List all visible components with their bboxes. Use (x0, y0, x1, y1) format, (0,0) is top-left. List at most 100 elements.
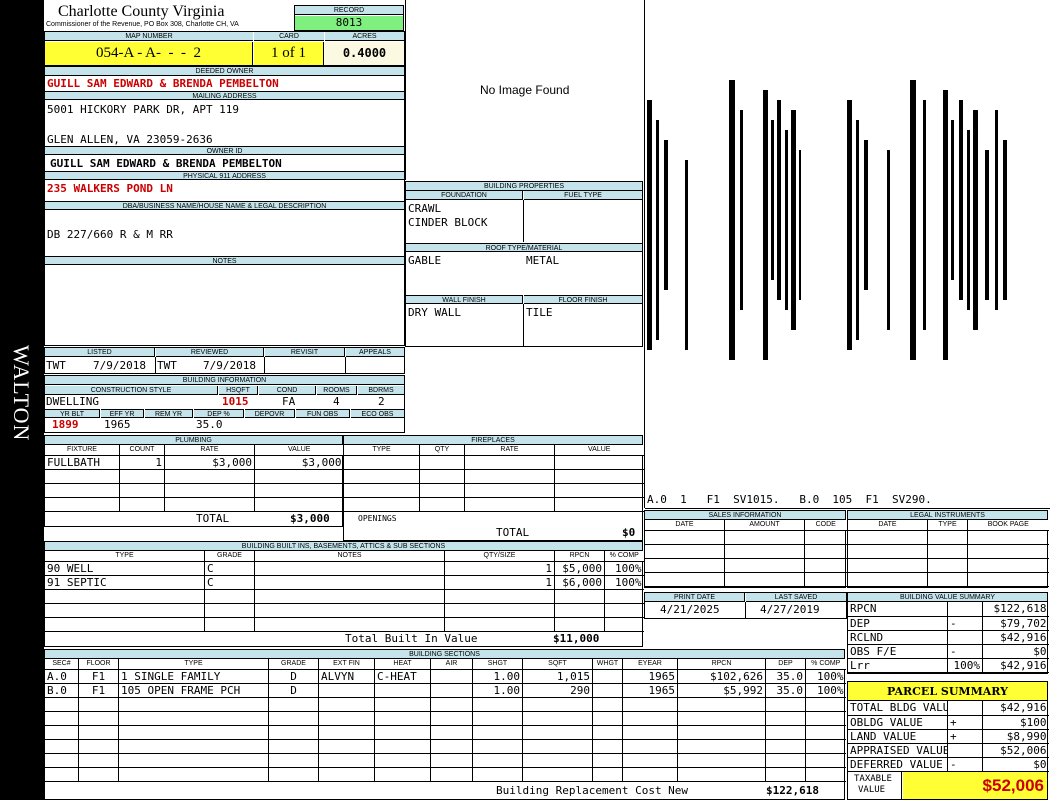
deeded-owner: GUILL SAM EDWARD & BRENDA PEMBELTON (47, 77, 279, 90)
builtins-header: TYPE (44, 551, 205, 562)
builtins-label: BUILDING BUILT INS, BASEMENTS, ATTICS & … (45, 542, 642, 551)
divider (405, 0, 406, 180)
parcel-key: TOTAL BLDG VALUE (847, 701, 948, 716)
whgt (592, 683, 623, 698)
revisit-label: REVISIT (265, 348, 345, 357)
fireplace-header: TYPE (343, 445, 420, 456)
fun-obs-label: FUN OBS (296, 409, 350, 418)
card-label: CARD (254, 32, 324, 41)
table-row: B.0 F1 105 OPEN FRAME PCH D 1.00 290 1965 $5,99… (44, 683, 846, 698)
comp: 100% (805, 683, 846, 698)
table-row: LAND VALUE + $8,990 (847, 729, 1049, 744)
grade: D (268, 669, 319, 684)
plumbing-header: VALUE (254, 445, 344, 456)
taxable-label-2: VALUE (858, 785, 886, 795)
rate: $3,000 (164, 455, 255, 470)
fireplaces-total-label: TOTAL (496, 526, 530, 539)
foundation-2: CINDER BLOCK (408, 216, 488, 229)
parcel-op: + (947, 729, 983, 744)
table-row: OBLDG VALUE + $100 (847, 715, 1049, 730)
parcel-key: DEFERRED VALUE (847, 757, 948, 772)
builtins-header: QTY/SIZE (444, 551, 555, 562)
comp: 100% (805, 669, 846, 684)
fireplace-header: VALUE (554, 445, 644, 456)
heat (374, 683, 431, 698)
bvs-key: DEP (847, 616, 948, 631)
table-row: RPCN $122,618 (847, 602, 1049, 617)
table-row: TOTAL BLDG VALUE $42,916 (847, 701, 1049, 716)
reviewed-date: 7/9/2018 (203, 359, 256, 372)
parcel-op (947, 701, 983, 716)
builtin-grade: C (204, 561, 255, 576)
district-name: WALTON (9, 345, 34, 442)
bvs-key: RPCN (847, 602, 948, 617)
bvs-op: 100% (947, 658, 983, 673)
parcel-key: APPRAISED VALUE (847, 743, 948, 758)
dep: 35.0 (196, 418, 223, 431)
dba-label: DBA/BUSINESS NAME/HOUSE NAME & LEGAL DES… (45, 201, 404, 210)
plumbing-table: FIXTURE COUNT RATE VALUE FULLBATH 1 $3,000 $3,… (44, 445, 344, 512)
sketch-label-image (647, 80, 1047, 370)
bdrms-label: BDRMS (358, 386, 404, 395)
deeded-owner-label: DEEDED OWNER (45, 67, 404, 76)
parcel-key: LAND VALUE (847, 729, 948, 744)
mailing-address-line1: 5001 HICKORY PARK DR, APT 119 (47, 103, 240, 116)
section-header: SHGT (472, 659, 523, 670)
builtin-grade: C (204, 575, 255, 590)
listed-by: TWT (46, 359, 66, 372)
commissioner-address: Commissioner of the Revenue, PO Box 308,… (46, 21, 239, 28)
fuel-type-label: FUEL TYPE (524, 191, 642, 200)
rooms: 4 (333, 395, 340, 408)
air (430, 683, 473, 698)
acres-label: ACRES (325, 32, 404, 41)
sketch-barcode (647, 80, 1007, 360)
depovr-label: DEPOVR (245, 409, 295, 418)
appeals-label: APPEALS (346, 348, 404, 357)
section-header: AIR (430, 659, 473, 670)
bvs-key: Lrr (847, 658, 948, 673)
openings-label: OPENINGS (358, 514, 397, 523)
section-header: EYEAR (622, 659, 678, 670)
divider (523, 304, 524, 346)
legal-header: BOOK PAGE (967, 520, 1049, 531)
fireplaces-label: FIREPLACES (344, 436, 642, 445)
sqft: 1,015 (522, 669, 593, 684)
section-header: FLOOR (78, 659, 119, 670)
floor: F1 (78, 669, 119, 684)
fireplace-header: RATE (464, 445, 555, 456)
builtin-notes (254, 561, 445, 576)
record-number: 8013 (295, 16, 403, 30)
table-row: DEFERRED VALUE - $0 (847, 757, 1049, 772)
plumbing-total-label: TOTAL (196, 512, 230, 525)
builtins-header: GRADE (204, 551, 255, 562)
builtin-comp: 100% (604, 575, 644, 590)
yr-blt-label: YR BLT (45, 409, 100, 418)
hsqft: 1015 (222, 395, 249, 408)
listed-label: LISTED (45, 348, 155, 357)
parcel-summary-label: PARCEL SUMMARY (848, 682, 1047, 701)
building-sections-label: BUILDING SECTIONS (45, 650, 844, 659)
builtins-total-label: Total Built In Value (345, 632, 478, 645)
divider (644, 0, 645, 508)
dep-label: DEP % (194, 409, 244, 418)
section-header: TYPE (118, 659, 269, 670)
sales-label: SALES INFORMATION (645, 511, 845, 520)
bvs-op: - (947, 616, 983, 631)
table-row: 91 SEPTIC C 1 $6,000 100% (44, 575, 644, 590)
sales-header: CODE (804, 520, 847, 531)
table-row: DEP - $79,702 (847, 616, 1049, 631)
sec: A.0 (44, 669, 79, 684)
section-header: DEP (765, 659, 806, 670)
bvs-label: BUILDING VALUE SUMMARY (848, 593, 1047, 602)
fixture: FULLBATH (44, 455, 120, 470)
heat: C-HEAT (374, 669, 431, 684)
map-number: 054-A - A- - - 2 (45, 42, 253, 65)
builtins-header: % COMP (604, 551, 644, 562)
map-number-label: MAP NUMBER (45, 32, 253, 41)
listed-date: 7/9/2018 (93, 359, 146, 372)
builtin-qty: 1 (444, 561, 555, 576)
eff-yr: 1965 (104, 418, 131, 431)
reviewed-label: REVIEWED (156, 348, 264, 357)
builtin-type: 91 SEPTIC (44, 575, 205, 590)
divider (745, 602, 746, 618)
